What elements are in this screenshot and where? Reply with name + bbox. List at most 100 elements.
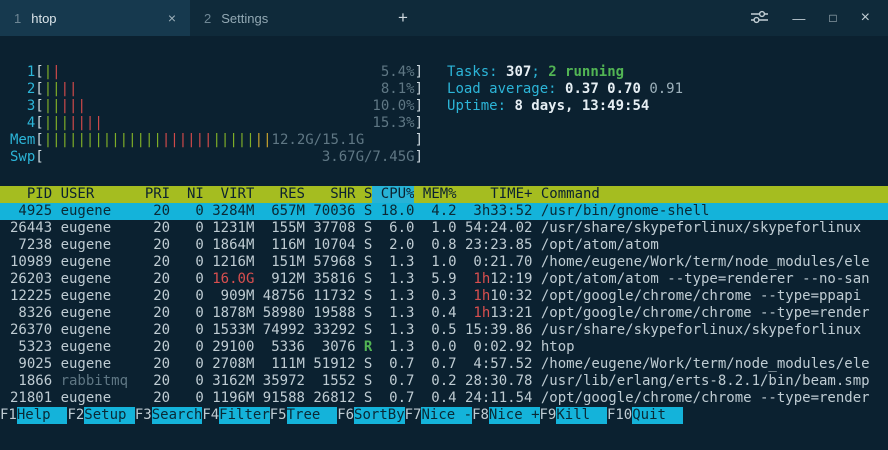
cell-pid: 12225 — [10, 288, 52, 305]
cell-time: 4:57.52 — [465, 356, 532, 373]
cell-pri: 20 — [145, 271, 170, 288]
cell-mem: 1.0 — [423, 254, 457, 271]
mem-meter: Mem[|||||||||||||||||||||||||||12.2G/15.… — [10, 132, 423, 149]
cell-user: eugene — [61, 271, 137, 288]
cell-virt: 1864M — [212, 237, 254, 254]
window-controls: — □ × — [751, 0, 888, 36]
column-header-mem[interactable]: MEM% — [423, 186, 457, 203]
meter-bars: ||||||| — [44, 115, 103, 132]
cell-user: eugene — [61, 288, 137, 305]
minimize-button[interactable]: — — [792, 12, 805, 25]
process-row-26370[interactable]: 26370eugene2001533M7499233292S1.30.515:3… — [0, 322, 888, 339]
cell-cmd: htop — [541, 339, 888, 356]
process-row-26203[interactable]: 26203eugene20016.0G912M35816S1.35.91h12:… — [0, 271, 888, 288]
cell-pid: 9025 — [10, 356, 52, 373]
fkey-quit[interactable]: F10Quit — [607, 407, 683, 424]
cell-pri: 20 — [145, 220, 170, 237]
cell-virt: 1216M — [212, 254, 254, 271]
cell-cmd: /opt/google/chrome/chrome --type=ppapi — [541, 288, 888, 305]
tab-title: htop — [31, 11, 56, 26]
fkey-number: F6 — [337, 407, 354, 424]
window-close-button[interactable]: × — [861, 10, 870, 26]
cell-virt: 1533M — [212, 322, 254, 339]
cell-pid: 26203 — [10, 271, 52, 288]
fkey-label: Search — [152, 407, 203, 424]
column-header-s[interactable]: S — [364, 186, 372, 203]
fkey-number: F5 — [270, 407, 287, 424]
cell-res: 912M — [263, 271, 305, 288]
cell-mem: 0.8 — [423, 237, 457, 254]
cell-virt: 1878M — [212, 305, 254, 322]
process-row-10989[interactable]: 10989eugene2001216M151M57968S1.31.00:21.… — [0, 254, 888, 271]
cell-pid: 21801 — [10, 390, 52, 407]
cell-mem: 0.7 — [423, 356, 457, 373]
meter-value: 12.2G/15.1G — [272, 132, 365, 149]
terminal-content: 1[||5.4%]2[||||8.1%]3[|||||10.0%]4[|||||… — [0, 64, 888, 424]
cell-s: S — [364, 203, 372, 220]
cell-cmd: /home/eugene/Work/term/node_modules/ele — [541, 254, 888, 271]
fkey-label: Tree — [287, 407, 338, 424]
tab-settings[interactable]: 2 Settings — [190, 0, 380, 36]
column-header-shr[interactable]: SHR — [313, 186, 355, 203]
column-header-res[interactable]: RES — [263, 186, 305, 203]
process-row-21801[interactable]: 21801eugene2001196M9158826812S0.70.424:1… — [0, 390, 888, 407]
process-row-9025[interactable]: 9025eugene2002708M111M51912S0.70.74:57.5… — [0, 356, 888, 373]
cell-time: 1h10:32 — [465, 288, 532, 305]
cell-pri: 20 — [145, 305, 170, 322]
fkey-setup[interactable]: F2Setup — [67, 407, 134, 424]
process-row-4925[interactable]: 4925eugene2003284M657M70036S18.04.23h33:… — [0, 203, 888, 220]
cell-time: 24:11.54 — [465, 390, 532, 407]
cpu-meter-2: 2[||||8.1%] — [10, 81, 423, 98]
new-tab-button[interactable]: + — [380, 0, 426, 36]
column-header-user[interactable]: USER — [61, 186, 137, 203]
cell-user: eugene — [61, 203, 137, 220]
cell-pid: 26370 — [10, 322, 52, 339]
maximize-button[interactable]: □ — [829, 12, 836, 24]
tune-icon[interactable] — [751, 10, 768, 27]
terminal-window: 1 htop × 2 Settings + — □ × 1[||5.4 — [0, 0, 888, 450]
column-header-cmd[interactable]: Command — [541, 186, 888, 203]
fkey-filter[interactable]: F4Filter — [202, 407, 269, 424]
meter-value: 5.4% — [381, 64, 415, 81]
fkey-number: F2 — [67, 407, 84, 424]
cell-mem: 0.4 — [423, 390, 457, 407]
tab-close-icon[interactable]: × — [168, 10, 176, 26]
meter-value: 8.1% — [381, 81, 415, 98]
cell-s: S — [364, 322, 372, 339]
process-row-26443[interactable]: 26443eugene2001231M155M37708S6.01.054:24… — [0, 220, 888, 237]
cell-pri: 20 — [145, 288, 170, 305]
fkey-tree[interactable]: F5Tree — [270, 407, 337, 424]
tab-htop[interactable]: 1 htop × — [0, 0, 190, 36]
fkey-nice-minus[interactable]: F7Nice - — [405, 407, 472, 424]
cell-shr: 11732 — [313, 288, 355, 305]
cell-shr: 26812 — [313, 390, 355, 407]
cell-s: S — [364, 288, 372, 305]
process-row-5323[interactable]: 5323eugene2002910053363076R1.30.00:02.92… — [0, 339, 888, 356]
meter-bars: || — [44, 64, 61, 81]
column-header-virt[interactable]: VIRT — [212, 186, 254, 203]
column-header-pid[interactable]: PID — [10, 186, 52, 203]
process-row-12225[interactable]: 12225eugene200909M4875611732S1.30.31h10:… — [0, 288, 888, 305]
fkey-nice-plus[interactable]: F8Nice + — [472, 407, 539, 424]
column-header-ni[interactable]: NI — [179, 186, 204, 203]
cell-cmd: /home/eugene/Work/term/node_modules/ele — [541, 356, 888, 373]
cell-user: eugene — [61, 220, 137, 237]
fkey-help[interactable]: F1Help — [0, 407, 67, 424]
fkey-search[interactable]: F3Search — [135, 407, 202, 424]
column-header-pri[interactable]: PRI — [145, 186, 170, 203]
fkey-kill[interactable]: F9Kill — [540, 407, 607, 424]
cell-virt: 16.0G — [212, 271, 254, 288]
process-row-8326[interactable]: 8326eugene2001878M5898019588S1.30.41h13:… — [0, 305, 888, 322]
fkey-label: Quit — [632, 407, 683, 424]
cell-cpu: 1.3 — [381, 322, 415, 339]
cell-ni: 0 — [179, 271, 204, 288]
tab-title: Settings — [221, 11, 268, 26]
system-summary: Tasks: 307; 2 runningLoad average: 0.37 … — [447, 64, 683, 166]
column-header-time[interactable]: TIME+ — [465, 186, 532, 203]
cell-ni: 0 — [179, 322, 204, 339]
column-header-cpu[interactable]: CPU% — [372, 186, 414, 203]
fkey-sortby[interactable]: F6SortBy — [337, 407, 404, 424]
process-row-1866[interactable]: 1866rabbitmq2003162M359721552S0.70.228:3… — [0, 373, 888, 390]
cell-res: 74992 — [263, 322, 305, 339]
process-row-7238[interactable]: 7238eugene2001864M116M10704S2.00.823:23.… — [0, 237, 888, 254]
